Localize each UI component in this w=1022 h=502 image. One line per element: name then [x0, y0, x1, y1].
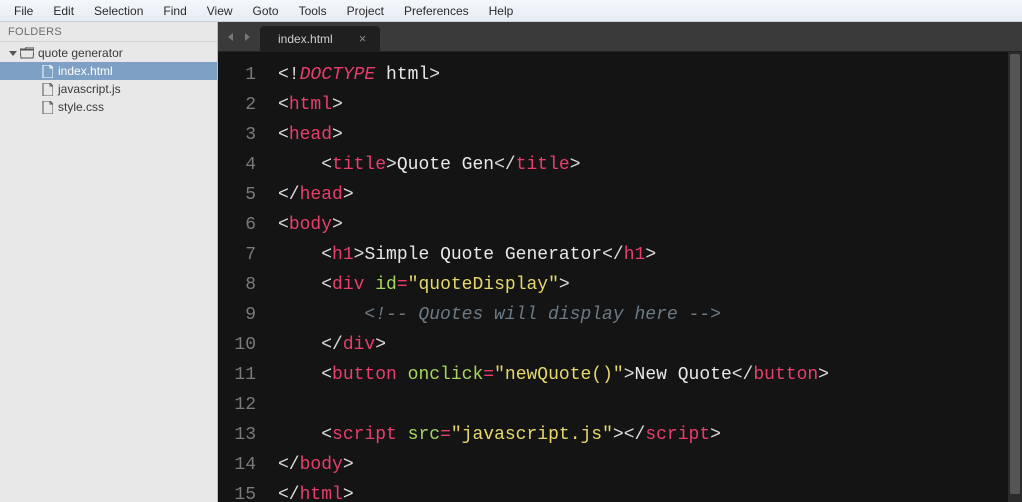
folder-label: quote generator	[38, 46, 123, 60]
file-tree: quote generator index.html javascript.js	[0, 42, 217, 116]
line-number: 4	[218, 150, 256, 180]
sidebar: FOLDERS quote generator index.html	[0, 22, 218, 502]
line-number: 14	[218, 450, 256, 480]
menu-find[interactable]: Find	[153, 2, 196, 20]
menu-view[interactable]: View	[197, 2, 243, 20]
file-row-css[interactable]: style.css	[0, 98, 217, 116]
editor-area: index.html × 1 2 3 4 5 6 7 8 9 10 11 12 …	[218, 22, 1022, 502]
menu-bar: File Edit Selection Find View Goto Tools…	[0, 0, 1022, 22]
menu-tools[interactable]: Tools	[289, 2, 337, 20]
nav-forward-icon[interactable]	[240, 30, 254, 44]
menu-selection[interactable]: Selection	[84, 2, 153, 20]
main-area: FOLDERS quote generator index.html	[0, 22, 1022, 502]
menu-file[interactable]: File	[4, 2, 43, 20]
file-label: index.html	[58, 64, 113, 78]
menu-edit[interactable]: Edit	[43, 2, 84, 20]
line-number: 8	[218, 270, 256, 300]
file-icon	[40, 100, 54, 114]
line-number: 9	[218, 300, 256, 330]
sidebar-header: FOLDERS	[0, 22, 217, 42]
line-number: 12	[218, 390, 256, 420]
file-row-index[interactable]: index.html	[0, 62, 217, 80]
menu-help[interactable]: Help	[479, 2, 524, 20]
close-icon[interactable]: ×	[359, 31, 367, 46]
line-number: 15	[218, 480, 256, 502]
file-label: style.css	[58, 100, 104, 114]
tab-title: index.html	[278, 32, 333, 46]
line-number: 6	[218, 210, 256, 240]
folder-icon	[20, 46, 34, 60]
chevron-down-icon	[8, 48, 18, 58]
tab-history-nav	[218, 22, 260, 51]
file-icon	[40, 64, 54, 78]
folder-row[interactable]: quote generator	[0, 44, 217, 62]
line-number: 7	[218, 240, 256, 270]
nav-back-icon[interactable]	[224, 30, 238, 44]
menu-project[interactable]: Project	[337, 2, 394, 20]
menu-goto[interactable]: Goto	[243, 2, 289, 20]
code-content[interactable]: <!DOCTYPE html><html><head> <title>Quote…	[266, 52, 1008, 502]
menu-preferences[interactable]: Preferences	[394, 2, 479, 20]
line-number: 2	[218, 90, 256, 120]
line-number: 1	[218, 60, 256, 90]
line-number: 3	[218, 120, 256, 150]
file-icon	[40, 82, 54, 96]
file-row-js[interactable]: javascript.js	[0, 80, 217, 98]
tab-index-html[interactable]: index.html ×	[260, 26, 380, 51]
tab-bar: index.html ×	[218, 22, 1022, 52]
vertical-scrollbar[interactable]	[1008, 52, 1022, 502]
file-label: javascript.js	[58, 82, 121, 96]
line-number: 11	[218, 360, 256, 390]
code-editor[interactable]: 1 2 3 4 5 6 7 8 9 10 11 12 13 14 15 <!DO…	[218, 52, 1022, 502]
line-gutter: 1 2 3 4 5 6 7 8 9 10 11 12 13 14 15	[218, 52, 266, 502]
line-number: 10	[218, 330, 256, 360]
line-number: 13	[218, 420, 256, 450]
scrollbar-thumb[interactable]	[1010, 54, 1020, 494]
line-number: 5	[218, 180, 256, 210]
